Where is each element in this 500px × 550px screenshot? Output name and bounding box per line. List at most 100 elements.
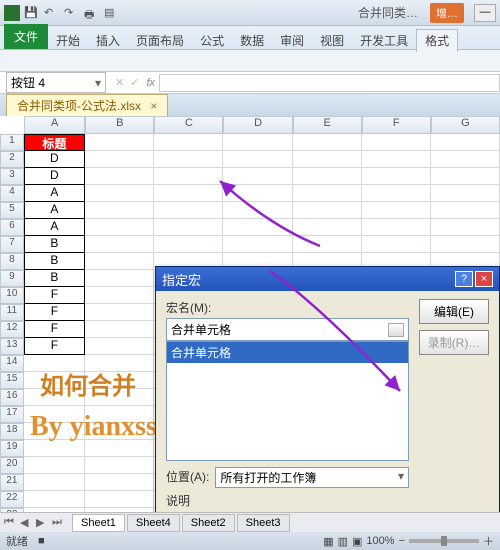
- cell[interactable]: [431, 202, 500, 219]
- row-header[interactable]: 13: [0, 338, 24, 355]
- ribbon-tab-1[interactable]: 插入: [88, 30, 128, 52]
- column-header[interactable]: E: [293, 116, 362, 134]
- cell[interactable]: [431, 168, 500, 185]
- row-header[interactable]: 14: [0, 355, 24, 372]
- ribbon-tab-0[interactable]: 开始: [48, 30, 88, 52]
- sheet-nav-next-icon[interactable]: ▶: [36, 516, 50, 529]
- row-header[interactable]: 19: [0, 440, 24, 457]
- cell[interactable]: [154, 168, 223, 185]
- row-header[interactable]: 11: [0, 304, 24, 321]
- row-header[interactable]: 4: [0, 185, 24, 202]
- cell[interactable]: [362, 134, 431, 151]
- cell[interactable]: [431, 134, 500, 151]
- cell[interactable]: A: [24, 202, 85, 219]
- zoom-in-icon[interactable]: ＋: [483, 533, 494, 549]
- cell[interactable]: [362, 168, 431, 185]
- cell[interactable]: F: [24, 287, 85, 304]
- cell[interactable]: [85, 474, 154, 491]
- cell[interactable]: [85, 151, 154, 168]
- cell[interactable]: [223, 236, 292, 253]
- preview-icon[interactable]: ▤: [104, 6, 118, 20]
- addon-tab[interactable]: 增…: [430, 3, 464, 23]
- cell[interactable]: [85, 168, 154, 185]
- row-header[interactable]: 15: [0, 372, 24, 389]
- save-icon[interactable]: 💾: [24, 6, 38, 20]
- cell[interactable]: B: [24, 270, 85, 287]
- cell[interactable]: [223, 134, 292, 151]
- ribbon-tab-4[interactable]: 数据: [232, 30, 272, 52]
- macro-list[interactable]: 合并单元格: [166, 341, 409, 461]
- cell[interactable]: [24, 457, 85, 474]
- cell[interactable]: [362, 236, 431, 253]
- cell[interactable]: [85, 253, 154, 270]
- dialog-help-button[interactable]: ?: [455, 271, 473, 287]
- ribbon-tab-2[interactable]: 页面布局: [128, 30, 192, 52]
- sheet-tab[interactable]: Sheet3: [237, 514, 290, 532]
- cell[interactable]: [154, 219, 223, 236]
- cell[interactable]: [293, 236, 362, 253]
- cell[interactable]: [85, 134, 154, 151]
- cell[interactable]: [85, 321, 154, 338]
- column-header[interactable]: F: [362, 116, 431, 134]
- cell[interactable]: [293, 151, 362, 168]
- minimize-button[interactable]: —: [474, 4, 496, 22]
- cell[interactable]: [85, 270, 154, 287]
- location-select[interactable]: 所有打开的工作簿 ▾: [215, 467, 409, 488]
- column-header[interactable]: D: [223, 116, 292, 134]
- dialog-titlebar[interactable]: 指定宏 ? ×: [156, 267, 499, 291]
- ribbon-tab-3[interactable]: 公式: [192, 30, 232, 52]
- edit-button[interactable]: 编辑(E): [419, 299, 489, 324]
- collapse-dialog-icon[interactable]: [388, 323, 404, 337]
- cell[interactable]: [154, 185, 223, 202]
- row-header[interactable]: 20: [0, 457, 24, 474]
- view-break-icon[interactable]: ▣: [352, 535, 362, 548]
- sheet-nav-prev-icon[interactable]: ◀: [20, 516, 34, 529]
- row-header[interactable]: 10: [0, 287, 24, 304]
- cell[interactable]: [293, 185, 362, 202]
- row-header[interactable]: 16: [0, 389, 24, 406]
- file-tab[interactable]: 文件: [4, 24, 48, 49]
- cell[interactable]: [85, 185, 154, 202]
- cell[interactable]: F: [24, 304, 85, 321]
- row-header[interactable]: 21: [0, 474, 24, 491]
- cell[interactable]: A: [24, 185, 85, 202]
- document-tab[interactable]: 合并同类项-公式法.xlsx ×: [6, 94, 168, 117]
- cell[interactable]: [362, 219, 431, 236]
- cell[interactable]: [85, 287, 154, 304]
- cell[interactable]: [223, 168, 292, 185]
- ribbon-tab-8[interactable]: 格式: [416, 29, 458, 52]
- cell[interactable]: [85, 219, 154, 236]
- cell[interactable]: D: [24, 151, 85, 168]
- cell[interactable]: [431, 236, 500, 253]
- cell[interactable]: [85, 457, 154, 474]
- sheet-tab[interactable]: Sheet1: [72, 514, 125, 532]
- row-header[interactable]: 3: [0, 168, 24, 185]
- sheet-tab[interactable]: Sheet2: [182, 514, 235, 532]
- cell[interactable]: [362, 151, 431, 168]
- cell[interactable]: [293, 168, 362, 185]
- cell[interactable]: [24, 491, 85, 508]
- row-header[interactable]: 5: [0, 202, 24, 219]
- fx-cancel-icon[interactable]: ✕: [115, 76, 124, 89]
- column-header[interactable]: C: [154, 116, 223, 134]
- cell[interactable]: B: [24, 253, 85, 270]
- cell[interactable]: [85, 338, 154, 355]
- cell[interactable]: [154, 236, 223, 253]
- fx-icon[interactable]: fx: [146, 77, 155, 89]
- row-header[interactable]: 18: [0, 423, 24, 440]
- column-header[interactable]: A: [24, 116, 85, 134]
- cell[interactable]: [85, 304, 154, 321]
- doc-tab-close-icon[interactable]: ×: [150, 99, 157, 113]
- cell[interactable]: [431, 219, 500, 236]
- cell[interactable]: [293, 219, 362, 236]
- macro-record-icon[interactable]: ■: [38, 535, 45, 547]
- record-button[interactable]: 录制(R)…: [419, 330, 489, 355]
- row-header[interactable]: 8: [0, 253, 24, 270]
- row-header[interactable]: 6: [0, 219, 24, 236]
- column-header[interactable]: B: [85, 116, 154, 134]
- macro-list-item-selected[interactable]: 合并单元格: [167, 342, 408, 363]
- zoom-slider[interactable]: [409, 539, 479, 543]
- cell[interactable]: [85, 202, 154, 219]
- cell[interactable]: [223, 151, 292, 168]
- cell[interactable]: [431, 151, 500, 168]
